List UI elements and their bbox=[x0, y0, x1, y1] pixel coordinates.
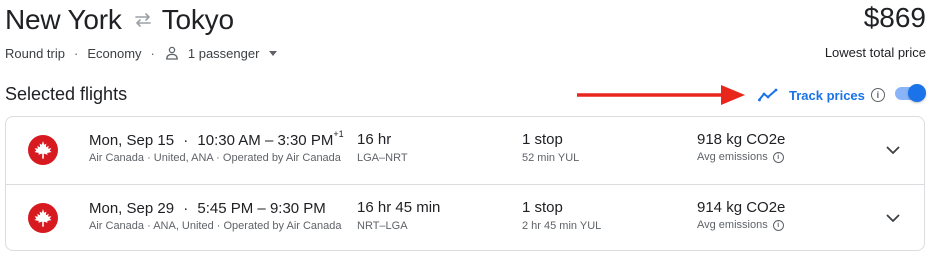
swap-arrows-icon bbox=[132, 9, 154, 31]
selected-flights-list: Mon, Sep 15 · 10:30 AM – 3:30 PM+1 Air C… bbox=[5, 116, 925, 251]
flight-stops: 1 stop bbox=[522, 131, 563, 148]
flight-row[interactable]: Mon, Sep 29 · 5:45 PM – 9:30 PM Air Cana… bbox=[6, 184, 924, 250]
section-title: Selected flights bbox=[5, 84, 128, 104]
emissions-text: Avg emissions bbox=[697, 151, 768, 163]
price-label: Lowest total price bbox=[824, 45, 926, 60]
layover-info: 52 min YUL bbox=[522, 152, 580, 164]
flight-times: Mon, Sep 29 · 5:45 PM – 9:30 PM bbox=[89, 199, 326, 217]
track-prices-label[interactable]: Track prices bbox=[789, 88, 865, 103]
trending-icon bbox=[757, 84, 779, 106]
layover-info: 2 hr 45 min YUL bbox=[522, 220, 602, 232]
chevron-down-icon[interactable] bbox=[882, 207, 904, 229]
day-offset: +1 bbox=[333, 129, 344, 139]
trip-type[interactable]: Round trip bbox=[5, 46, 65, 61]
flight-duration: 16 hr 45 min bbox=[357, 199, 441, 216]
person-icon bbox=[164, 45, 180, 61]
emissions-label: Avg emissions i bbox=[697, 219, 784, 231]
time-range: 10:30 AM – 3:30 PM bbox=[197, 132, 334, 149]
separator: · bbox=[150, 45, 155, 61]
flight-date: Mon, Sep 15 bbox=[89, 132, 175, 149]
air-canada-logo-icon bbox=[28, 135, 58, 165]
separator: · bbox=[73, 45, 79, 61]
track-prices-toggle[interactable] bbox=[893, 84, 926, 102]
co2-emissions: 918 kg CO2e bbox=[697, 131, 786, 148]
flight-airports: LGA–NRT bbox=[357, 152, 408, 164]
toggle-knob bbox=[908, 84, 926, 102]
info-icon[interactable]: i bbox=[772, 219, 784, 231]
annotation-arrow-icon bbox=[577, 85, 745, 105]
origin-city: New York bbox=[5, 4, 122, 35]
total-price: $869 bbox=[863, 2, 926, 33]
flight-stops: 1 stop bbox=[522, 199, 563, 216]
emissions-text: Avg emissions bbox=[697, 219, 768, 231]
track-prices[interactable]: Track prices i bbox=[757, 84, 885, 106]
chevron-down-icon[interactable] bbox=[269, 50, 278, 56]
flight-airports: NRT–LGA bbox=[357, 220, 408, 232]
airline-info: Air Canada · ANA, United · Operated by A… bbox=[89, 220, 342, 232]
route-title: New York Tokyo bbox=[5, 2, 234, 38]
airline-info: Air Canada · United, ANA · Operated by A… bbox=[89, 152, 341, 164]
flight-row[interactable]: Mon, Sep 15 · 10:30 AM – 3:30 PM+1 Air C… bbox=[6, 117, 924, 184]
flight-duration: 16 hr bbox=[357, 131, 392, 148]
flight-times: Mon, Sep 15 · 10:30 AM – 3:30 PM+1 bbox=[89, 129, 344, 149]
air-canada-logo-icon bbox=[28, 203, 58, 233]
emissions-label: Avg emissions i bbox=[697, 151, 784, 163]
separator: · bbox=[183, 200, 189, 217]
trip-options: Round trip · Economy · 1 passenger bbox=[5, 44, 278, 62]
time-range: 5:45 PM – 9:30 PM bbox=[197, 200, 326, 217]
co2-emissions: 914 kg CO2e bbox=[697, 199, 786, 216]
info-icon[interactable]: i bbox=[870, 88, 885, 102]
separator: · bbox=[183, 132, 189, 149]
info-icon[interactable]: i bbox=[772, 151, 784, 163]
destination-city: Tokyo bbox=[161, 4, 234, 35]
cabin-class[interactable]: Economy bbox=[87, 46, 141, 61]
chevron-down-icon[interactable] bbox=[882, 139, 904, 161]
flight-date: Mon, Sep 29 bbox=[89, 200, 175, 217]
passenger-count[interactable]: 1 passenger bbox=[188, 46, 260, 61]
